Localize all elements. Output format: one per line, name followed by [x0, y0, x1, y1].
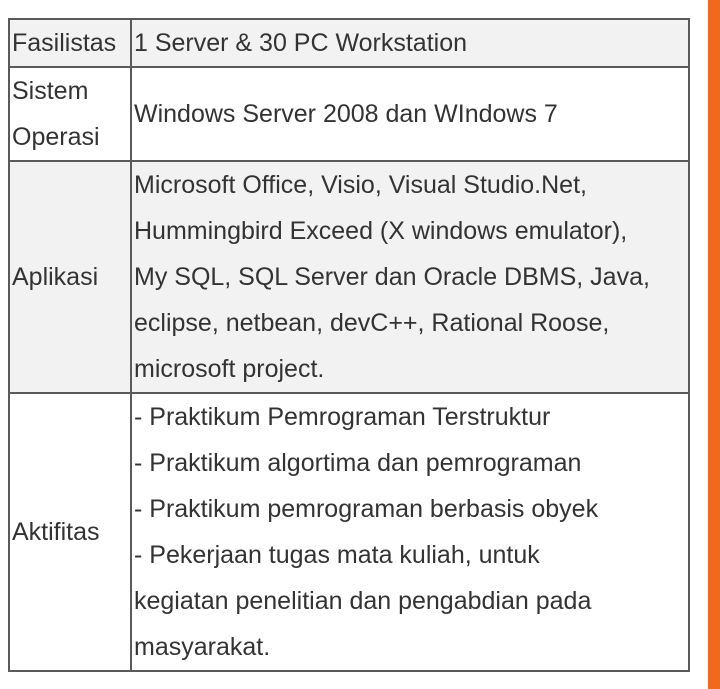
content-line: Windows Server 2008 dan WIndows 7: [134, 100, 558, 128]
content-line: kegiatan penelitian dan pengabdian pada: [134, 587, 592, 615]
facility-table: Fasilistas 1 Server & 30 PC Workstation …: [8, 18, 690, 672]
row-content-fasilitas: 1 Server & 30 PC Workstation: [130, 18, 690, 68]
content-line: - Praktikum pemrograman berbasis obyek: [134, 495, 599, 523]
side-accent-bar: [708, 0, 720, 689]
content-line: 1 Server & 30 PC Workstation: [134, 29, 468, 57]
content-line: - Praktikum algortima dan pemrograman: [134, 449, 582, 477]
label-line: Aplikasi: [12, 263, 99, 291]
row-label-sistem-operasi: Sistem Operasi: [8, 66, 132, 162]
content-line: My SQL, SQL Server dan Oracle DBMS, Java…: [134, 263, 650, 291]
content-line: masyarakat.: [134, 633, 271, 661]
table-row-aktifitas: Aktifitas - Praktikum Pemrograman Terstr…: [8, 392, 690, 672]
label-line: Fasilistas: [12, 29, 117, 57]
row-label-fasilitas: Fasilistas: [8, 18, 132, 68]
content-line: Microsoft Office, Visio, Visual Studio.N…: [134, 171, 587, 199]
row-label-aktifitas: Aktifitas: [8, 392, 132, 672]
label-line: Operasi: [12, 123, 100, 151]
content-line: - Pekerjaan tugas mata kuliah, untuk: [134, 541, 540, 569]
label-line: Sistem: [12, 77, 89, 105]
table-row-aplikasi: Aplikasi Microsoft Office, Visio, Visual…: [8, 160, 690, 394]
row-content-aktifitas: - Praktikum Pemrograman Terstruktur - Pr…: [130, 392, 690, 672]
row-content-sistem-operasi: Windows Server 2008 dan WIndows 7: [130, 66, 690, 162]
row-label-aplikasi: Aplikasi: [8, 160, 132, 394]
content-line: - Praktikum Pemrograman Terstruktur: [134, 403, 551, 431]
row-content-aplikasi: Microsoft Office, Visio, Visual Studio.N…: [130, 160, 690, 394]
content-line: microsoft project.: [134, 355, 325, 383]
label-line: Aktifitas: [12, 518, 100, 546]
table-row-sistem-operasi: Sistem Operasi Windows Server 2008 dan W…: [8, 66, 690, 162]
table-row-fasilitas: Fasilistas 1 Server & 30 PC Workstation: [8, 18, 690, 68]
content-line: Hummingbird Exceed (X windows emulator),: [134, 217, 628, 245]
content-line: eclipse, netbean, devC++, Rational Roose…: [134, 309, 610, 337]
